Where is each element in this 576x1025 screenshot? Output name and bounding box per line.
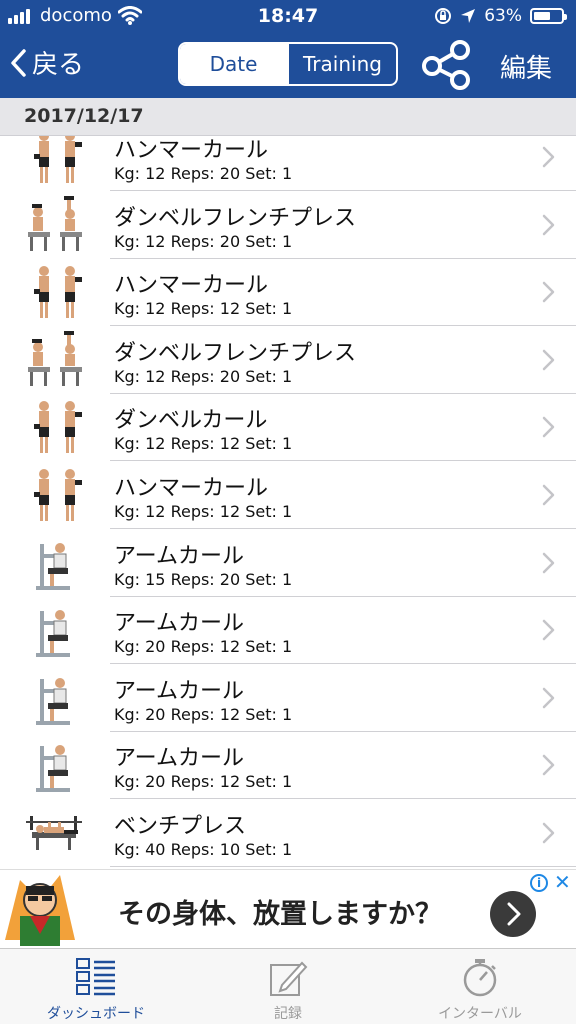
status-bar: docomo 18:47 63%: [0, 0, 576, 34]
chevron-right-icon: [542, 146, 555, 168]
chevron-right-icon: [542, 214, 555, 235]
standing-curl-icon: [34, 266, 82, 319]
standing-curl-icon: [34, 136, 82, 183]
training-entry-row[interactable]: アームカール Kg: 15 Reps: 20 Set: 1: [0, 530, 576, 597]
date-label: 2017/12/17: [24, 105, 144, 127]
chevron-left-icon: [11, 48, 26, 77]
exercise-name: アームカール: [114, 678, 245, 704]
ad-text: その身体、放置しますか？: [118, 899, 442, 930]
ad-banner[interactable]: その身体、放置しますか？ i ✕: [0, 869, 576, 949]
exercise-name: ハンマーカール: [114, 138, 269, 163]
back-label: 戻る: [32, 50, 85, 80]
chevron-right-icon: [542, 619, 555, 641]
chevron-right-icon: [542, 687, 555, 709]
machine-curl-icon: [36, 745, 70, 793]
machine-curl-icon: [36, 542, 70, 590]
row-divider: [110, 866, 576, 867]
exercise-name: アームカール: [114, 746, 245, 772]
training-entry-row[interactable]: ダンベルカール Kg: 12 Reps: 12 Set: 1: [0, 394, 576, 462]
exercise-detail: Kg: 12 Reps: 12 Set: 1: [114, 299, 293, 319]
orientation-lock-icon: [435, 8, 452, 24]
training-entry-row[interactable]: ダンベルフレンチプレス Kg: 12 Reps: 20 Set: 1: [0, 192, 576, 259]
training-entry-row[interactable]: ハンマーカール Kg: 12 Reps: 12 Set: 1: [0, 259, 576, 327]
exercise-name: ダンベルカール: [114, 408, 268, 434]
exercise-detail: Kg: 12 Reps: 20 Set: 1: [114, 164, 293, 183]
tab-record[interactable]: 記録: [192, 949, 384, 1025]
edit-button[interactable]: 編集: [500, 48, 552, 85]
exercise-name: ベンチプレス: [114, 814, 247, 839]
battery-percent: 63%: [484, 6, 522, 26]
tab-dashboard[interactable]: ダッシュボード: [0, 949, 192, 1025]
training-entry-row[interactable]: アームカール Kg: 20 Reps: 12 Set: 1: [0, 597, 576, 665]
segment-training[interactable]: Training: [287, 44, 396, 84]
training-entry-row[interactable]: ダンベルフレンチプレス Kg: 12 Reps: 20 Set: 1: [0, 327, 576, 394]
ad-close-icon[interactable]: ✕: [554, 871, 571, 893]
chevron-right-icon: [542, 349, 555, 371]
exercise-detail: Kg: 12 Reps: 12 Set: 1: [114, 502, 293, 521]
standing-curl-icon: [34, 401, 82, 454]
chevron-right-icon: [542, 281, 555, 303]
ad-info-icon[interactable]: i: [530, 874, 548, 892]
training-list: ハンマーカール Kg: 12 Reps: 20 Set: 1 ダンベルフレンチプレス…: [0, 136, 576, 869]
ad-character-icon: [5, 875, 75, 946]
training-entry-row[interactable]: ベンチプレス Kg: 40 Reps: 10 Set: 1: [0, 800, 576, 867]
tab-interval[interactable]: インターバル: [384, 949, 576, 1025]
date-section-header: 2017/12/17: [0, 98, 576, 136]
segment-date[interactable]: Date: [180, 44, 287, 84]
bench-press-icon: [26, 816, 82, 850]
exercise-detail: Kg: 12 Reps: 20 Set: 1: [114, 366, 293, 386]
view-segmented-control: Date Training: [178, 42, 398, 86]
navigation-header: docomo 18:47 63% 戻る Date Training 編集: [0, 0, 576, 98]
dashboard-icon: [76, 958, 115, 996]
training-entry-row[interactable]: ハンマーカール Kg: 12 Reps: 20 Set: 1: [0, 136, 576, 191]
training-entry-row[interactable]: アームカール Kg: 20 Reps: 12 Set: 1: [0, 732, 576, 800]
stopwatch-icon: [463, 959, 497, 997]
exercise-detail: Kg: 40 Reps: 10 Set: 1: [114, 840, 293, 859]
exercise-name: ハンマーカール: [114, 273, 269, 299]
location-arrow-icon: [461, 9, 476, 23]
chevron-right-icon: [542, 822, 555, 844]
chevron-right-icon: [542, 417, 555, 438]
exercise-detail: Kg: 15 Reps: 20 Set: 1: [114, 569, 293, 589]
share-icon[interactable]: [420, 40, 476, 90]
exercise-detail: Kg: 12 Reps: 12 Set: 1: [114, 434, 293, 454]
exercise-detail: Kg: 12 Reps: 20 Set: 1: [114, 231, 293, 251]
chevron-right-icon: [542, 484, 555, 506]
exercise-name: ダンベルフレンチプレス: [114, 340, 357, 366]
exercise-name: アームカール: [114, 543, 245, 569]
chevron-right-icon: [542, 552, 555, 573]
pencil-note-icon: [270, 961, 308, 996]
training-entry-row[interactable]: アームカール Kg: 20 Reps: 12 Set: 1: [0, 665, 576, 732]
ad-arrow-button[interactable]: [490, 891, 536, 937]
seated-press-icon: [28, 195, 82, 251]
back-button[interactable]: 戻る: [10, 44, 84, 81]
exercise-detail: Kg: 20 Reps: 12 Set: 1: [114, 704, 293, 724]
battery-icon: [530, 8, 567, 24]
tab-bar: ダッシュボード 記録 インターバル: [0, 948, 576, 1024]
tab-interval-label: インターバル: [438, 1006, 522, 1022]
standing-curl-icon: [34, 469, 82, 521]
tab-record-label: 記録: [274, 1006, 302, 1022]
machine-curl-icon: [36, 677, 70, 725]
exercise-name: アームカール: [114, 611, 245, 637]
exercise-name: ダンベルフレンチプレス: [114, 205, 357, 231]
tab-dashboard-label: ダッシュボード: [47, 1006, 145, 1022]
exercise-detail: Kg: 20 Reps: 12 Set: 1: [114, 772, 293, 792]
training-entry-row[interactable]: ハンマーカール Kg: 12 Reps: 12 Set: 1: [0, 462, 576, 529]
machine-curl-icon: [36, 610, 70, 658]
seated-press-icon: [28, 330, 82, 386]
exercise-detail: Kg: 20 Reps: 12 Set: 1: [114, 637, 293, 657]
exercise-name: ハンマーカール: [114, 476, 269, 501]
chevron-right-icon: [542, 755, 555, 776]
